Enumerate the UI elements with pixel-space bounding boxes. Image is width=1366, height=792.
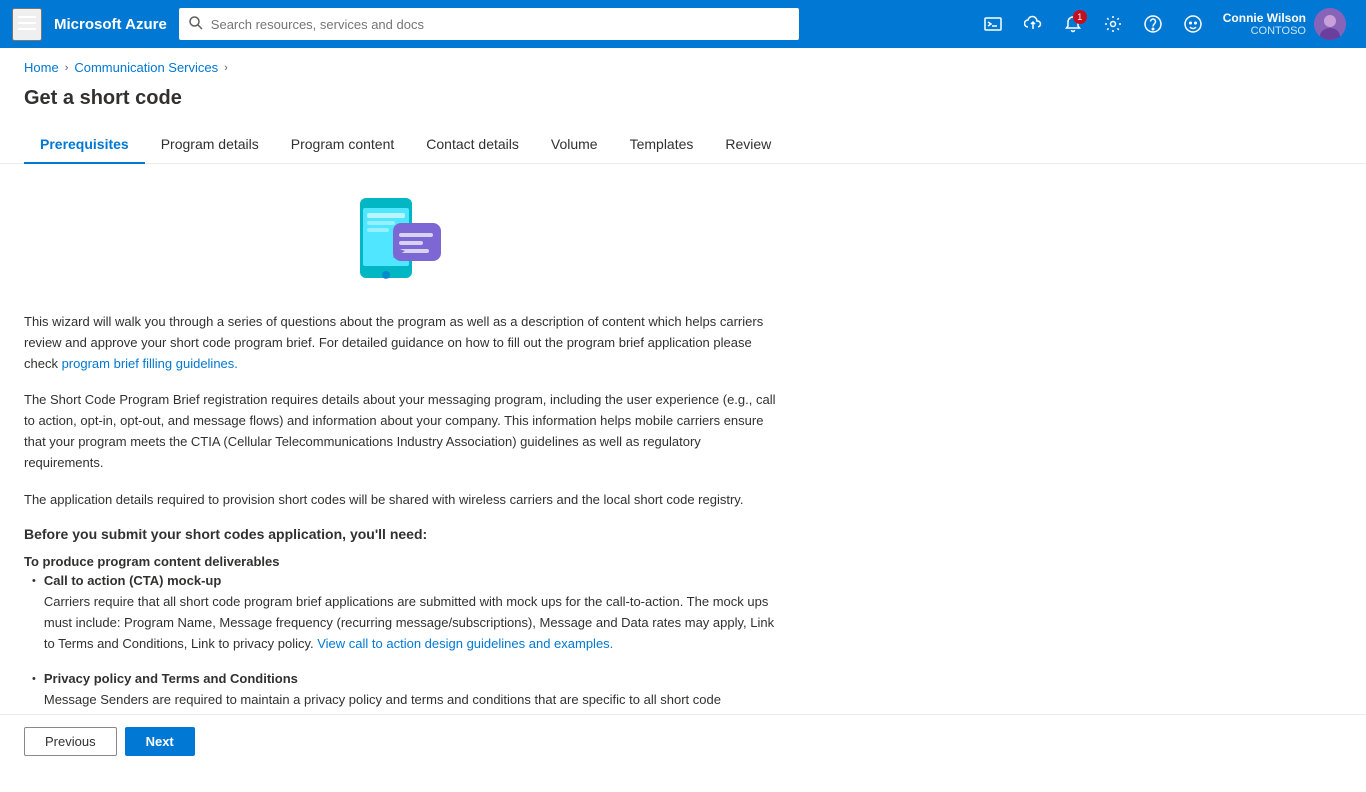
cta-guidelines-link[interactable]: View call to action design guidelines an…	[317, 636, 613, 651]
bullet-2-title: Privacy policy and Terms and Conditions	[44, 671, 776, 686]
breadcrumb: Home › Communication Services ›	[0, 48, 1366, 83]
bullet-dot-2: •	[32, 673, 36, 685]
tab-bar: Prerequisites Program details Program co…	[0, 126, 1366, 164]
tab-prerequisites[interactable]: Prerequisites	[24, 126, 145, 164]
notifications-icon-button[interactable]: 1	[1055, 6, 1091, 42]
search-input[interactable]	[211, 17, 789, 32]
page-title: Get a short code	[0, 83, 1366, 126]
hamburger-menu-button[interactable]	[12, 8, 42, 41]
top-navigation: Microsoft Azure	[0, 0, 1366, 48]
program-brief-guidelines-link[interactable]: program brief filling guidelines.	[62, 356, 238, 371]
settings-icon-button[interactable]	[1095, 6, 1131, 42]
breadcrumb-communication-services[interactable]: Communication Services	[74, 60, 218, 75]
notification-badge: 1	[1073, 10, 1087, 24]
help-icon-button[interactable]	[1135, 6, 1171, 42]
search-bar[interactable]	[179, 8, 799, 40]
feedback-icon-button[interactable]	[1175, 6, 1211, 42]
list-item-cta: • Call to action (CTA) mock-up Carriers …	[32, 573, 776, 654]
tab-program-details[interactable]: Program details	[145, 126, 275, 164]
produce-heading: To produce program content deliverables	[24, 554, 776, 569]
bullet-1-desc: Carriers require that all short code pro…	[44, 592, 776, 654]
search-icon	[189, 16, 203, 33]
intro-paragraph-3: The application details required to prov…	[24, 490, 776, 511]
terminal-icon-button[interactable]	[975, 6, 1011, 42]
tab-templates[interactable]: Templates	[614, 126, 710, 164]
intro-paragraph-2: The Short Code Program Brief registratio…	[24, 390, 776, 473]
tab-program-content[interactable]: Program content	[275, 126, 411, 164]
avatar	[1314, 8, 1346, 40]
bullet-1-title: Call to action (CTA) mock-up	[44, 573, 776, 588]
cloud-upload-icon-button[interactable]	[1015, 6, 1051, 42]
breadcrumb-separator-1: ›	[65, 62, 69, 74]
bullet-dot-1: •	[32, 575, 36, 587]
tab-contact-details[interactable]: Contact details	[410, 126, 535, 164]
user-name: Connie Wilson	[1223, 11, 1306, 25]
footer-bar: Previous Next	[0, 714, 1366, 768]
next-button[interactable]: Next	[125, 727, 195, 756]
user-account[interactable]: Connie Wilson CONTOSO	[1215, 8, 1354, 40]
breadcrumb-home[interactable]: Home	[24, 60, 59, 75]
user-org: CONTOSO	[1223, 25, 1306, 37]
before-submit-heading: Before you submit your short codes appli…	[24, 526, 776, 542]
breadcrumb-separator-2: ›	[224, 62, 228, 74]
previous-button[interactable]: Previous	[24, 727, 117, 756]
illustration	[24, 188, 776, 288]
tab-volume[interactable]: Volume	[535, 126, 614, 164]
tab-review[interactable]: Review	[709, 126, 787, 164]
azure-logo: Microsoft Azure	[54, 16, 167, 33]
main-container: Home › Communication Services › Get a sh…	[0, 48, 1366, 792]
nav-icon-group: 1	[975, 6, 1354, 42]
intro-paragraph-1: This wizard will walk you through a seri…	[24, 312, 776, 374]
content-area: This wizard will walk you through a seri…	[0, 164, 800, 792]
